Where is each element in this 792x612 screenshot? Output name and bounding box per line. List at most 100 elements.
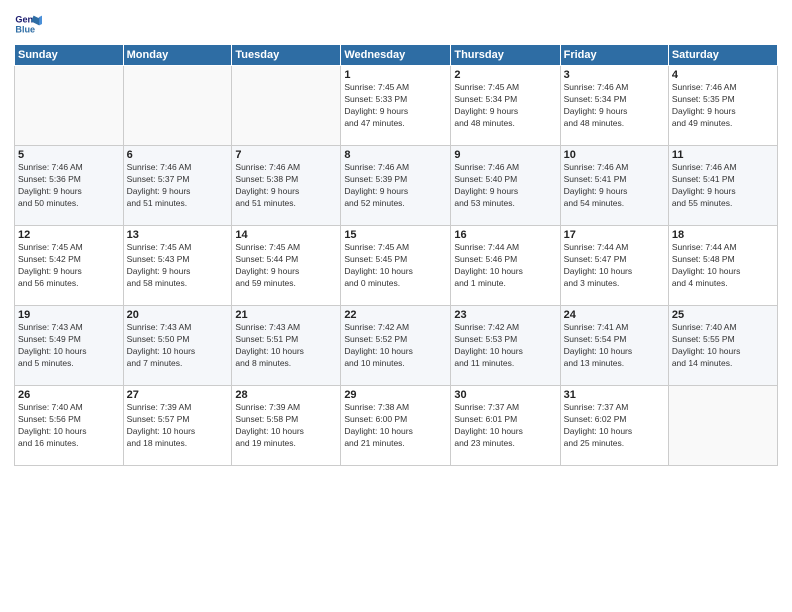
day-number: 9 (454, 149, 556, 161)
calendar-cell: 29Sunrise: 7:38 AM Sunset: 6:00 PM Dayli… (341, 386, 451, 466)
day-number: 1 (344, 69, 447, 81)
calendar-cell: 16Sunrise: 7:44 AM Sunset: 5:46 PM Dayli… (451, 226, 560, 306)
day-info: Sunrise: 7:46 AM Sunset: 5:41 PM Dayligh… (564, 162, 665, 210)
day-info: Sunrise: 7:46 AM Sunset: 5:41 PM Dayligh… (672, 162, 774, 210)
day-info: Sunrise: 7:45 AM Sunset: 5:42 PM Dayligh… (18, 242, 120, 290)
calendar-week-2: 5Sunrise: 7:46 AM Sunset: 5:36 PM Daylig… (15, 146, 778, 226)
day-number: 14 (235, 229, 337, 241)
calendar-week-3: 12Sunrise: 7:45 AM Sunset: 5:42 PM Dayli… (15, 226, 778, 306)
calendar-week-5: 26Sunrise: 7:40 AM Sunset: 5:56 PM Dayli… (15, 386, 778, 466)
day-info: Sunrise: 7:40 AM Sunset: 5:55 PM Dayligh… (672, 322, 774, 370)
calendar-cell: 3Sunrise: 7:46 AM Sunset: 5:34 PM Daylig… (560, 66, 668, 146)
calendar-week-1: 1Sunrise: 7:45 AM Sunset: 5:33 PM Daylig… (15, 66, 778, 146)
weekday-header-friday: Friday (560, 45, 668, 66)
day-number: 3 (564, 69, 665, 81)
day-info: Sunrise: 7:44 AM Sunset: 5:47 PM Dayligh… (564, 242, 665, 290)
day-number: 26 (18, 389, 120, 401)
calendar-header-row: SundayMondayTuesdayWednesdayThursdayFrid… (15, 45, 778, 66)
calendar-cell: 21Sunrise: 7:43 AM Sunset: 5:51 PM Dayli… (232, 306, 341, 386)
day-info: Sunrise: 7:46 AM Sunset: 5:36 PM Dayligh… (18, 162, 120, 210)
calendar-table: SundayMondayTuesdayWednesdayThursdayFrid… (14, 44, 778, 466)
day-number: 17 (564, 229, 665, 241)
day-number: 16 (454, 229, 556, 241)
calendar-cell: 13Sunrise: 7:45 AM Sunset: 5:43 PM Dayli… (123, 226, 232, 306)
calendar-cell: 25Sunrise: 7:40 AM Sunset: 5:55 PM Dayli… (668, 306, 777, 386)
day-info: Sunrise: 7:46 AM Sunset: 5:39 PM Dayligh… (344, 162, 447, 210)
day-info: Sunrise: 7:45 AM Sunset: 5:34 PM Dayligh… (454, 82, 556, 130)
day-number: 28 (235, 389, 337, 401)
svg-text:Blue: Blue (15, 24, 35, 34)
day-info: Sunrise: 7:46 AM Sunset: 5:34 PM Dayligh… (564, 82, 665, 130)
calendar-cell (123, 66, 232, 146)
calendar-cell: 14Sunrise: 7:45 AM Sunset: 5:44 PM Dayli… (232, 226, 341, 306)
weekday-header-wednesday: Wednesday (341, 45, 451, 66)
day-number: 12 (18, 229, 120, 241)
calendar-cell (668, 386, 777, 466)
day-info: Sunrise: 7:37 AM Sunset: 6:01 PM Dayligh… (454, 402, 556, 450)
calendar-cell: 22Sunrise: 7:42 AM Sunset: 5:52 PM Dayli… (341, 306, 451, 386)
day-number: 30 (454, 389, 556, 401)
page-header: General Blue (14, 10, 778, 38)
day-number: 23 (454, 309, 556, 321)
day-number: 6 (127, 149, 229, 161)
day-info: Sunrise: 7:43 AM Sunset: 5:50 PM Dayligh… (127, 322, 229, 370)
calendar-cell: 10Sunrise: 7:46 AM Sunset: 5:41 PM Dayli… (560, 146, 668, 226)
weekday-header-thursday: Thursday (451, 45, 560, 66)
weekday-header-saturday: Saturday (668, 45, 777, 66)
calendar-cell: 6Sunrise: 7:46 AM Sunset: 5:37 PM Daylig… (123, 146, 232, 226)
calendar-cell: 23Sunrise: 7:42 AM Sunset: 5:53 PM Dayli… (451, 306, 560, 386)
weekday-header-tuesday: Tuesday (232, 45, 341, 66)
day-number: 29 (344, 389, 447, 401)
day-info: Sunrise: 7:46 AM Sunset: 5:37 PM Dayligh… (127, 162, 229, 210)
calendar-cell: 7Sunrise: 7:46 AM Sunset: 5:38 PM Daylig… (232, 146, 341, 226)
day-number: 5 (18, 149, 120, 161)
day-number: 11 (672, 149, 774, 161)
calendar-cell: 8Sunrise: 7:46 AM Sunset: 5:39 PM Daylig… (341, 146, 451, 226)
day-info: Sunrise: 7:45 AM Sunset: 5:44 PM Dayligh… (235, 242, 337, 290)
day-number: 18 (672, 229, 774, 241)
day-number: 27 (127, 389, 229, 401)
calendar-cell: 1Sunrise: 7:45 AM Sunset: 5:33 PM Daylig… (341, 66, 451, 146)
day-number: 25 (672, 309, 774, 321)
day-info: Sunrise: 7:42 AM Sunset: 5:53 PM Dayligh… (454, 322, 556, 370)
calendar-cell: 28Sunrise: 7:39 AM Sunset: 5:58 PM Dayli… (232, 386, 341, 466)
calendar-cell: 12Sunrise: 7:45 AM Sunset: 5:42 PM Dayli… (15, 226, 124, 306)
calendar-cell: 11Sunrise: 7:46 AM Sunset: 5:41 PM Dayli… (668, 146, 777, 226)
calendar-cell: 30Sunrise: 7:37 AM Sunset: 6:01 PM Dayli… (451, 386, 560, 466)
day-info: Sunrise: 7:46 AM Sunset: 5:38 PM Dayligh… (235, 162, 337, 210)
day-info: Sunrise: 7:39 AM Sunset: 5:57 PM Dayligh… (127, 402, 229, 450)
calendar-cell (15, 66, 124, 146)
day-info: Sunrise: 7:40 AM Sunset: 5:56 PM Dayligh… (18, 402, 120, 450)
calendar-cell: 4Sunrise: 7:46 AM Sunset: 5:35 PM Daylig… (668, 66, 777, 146)
calendar-cell: 20Sunrise: 7:43 AM Sunset: 5:50 PM Dayli… (123, 306, 232, 386)
day-info: Sunrise: 7:39 AM Sunset: 5:58 PM Dayligh… (235, 402, 337, 450)
day-number: 22 (344, 309, 447, 321)
day-number: 20 (127, 309, 229, 321)
day-info: Sunrise: 7:41 AM Sunset: 5:54 PM Dayligh… (564, 322, 665, 370)
day-number: 21 (235, 309, 337, 321)
day-number: 24 (564, 309, 665, 321)
calendar-cell: 2Sunrise: 7:45 AM Sunset: 5:34 PM Daylig… (451, 66, 560, 146)
day-info: Sunrise: 7:44 AM Sunset: 5:48 PM Dayligh… (672, 242, 774, 290)
calendar-cell: 19Sunrise: 7:43 AM Sunset: 5:49 PM Dayli… (15, 306, 124, 386)
day-number: 8 (344, 149, 447, 161)
day-info: Sunrise: 7:37 AM Sunset: 6:02 PM Dayligh… (564, 402, 665, 450)
day-info: Sunrise: 7:43 AM Sunset: 5:51 PM Dayligh… (235, 322, 337, 370)
day-number: 19 (18, 309, 120, 321)
calendar-week-4: 19Sunrise: 7:43 AM Sunset: 5:49 PM Dayli… (15, 306, 778, 386)
logo: General Blue (14, 10, 44, 38)
calendar-cell: 17Sunrise: 7:44 AM Sunset: 5:47 PM Dayli… (560, 226, 668, 306)
day-info: Sunrise: 7:46 AM Sunset: 5:35 PM Dayligh… (672, 82, 774, 130)
weekday-header-sunday: Sunday (15, 45, 124, 66)
day-info: Sunrise: 7:45 AM Sunset: 5:33 PM Dayligh… (344, 82, 447, 130)
calendar-body: 1Sunrise: 7:45 AM Sunset: 5:33 PM Daylig… (15, 66, 778, 466)
day-info: Sunrise: 7:42 AM Sunset: 5:52 PM Dayligh… (344, 322, 447, 370)
day-number: 4 (672, 69, 774, 81)
day-info: Sunrise: 7:45 AM Sunset: 5:43 PM Dayligh… (127, 242, 229, 290)
day-info: Sunrise: 7:45 AM Sunset: 5:45 PM Dayligh… (344, 242, 447, 290)
day-info: Sunrise: 7:46 AM Sunset: 5:40 PM Dayligh… (454, 162, 556, 210)
calendar-cell: 5Sunrise: 7:46 AM Sunset: 5:36 PM Daylig… (15, 146, 124, 226)
day-number: 2 (454, 69, 556, 81)
calendar-cell: 26Sunrise: 7:40 AM Sunset: 5:56 PM Dayli… (15, 386, 124, 466)
day-number: 13 (127, 229, 229, 241)
